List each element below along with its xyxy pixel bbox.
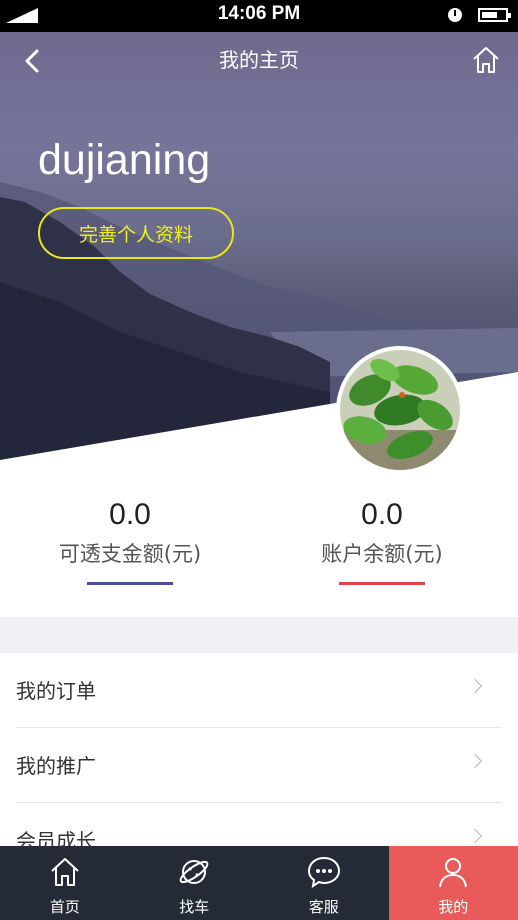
- username: dujianing: [38, 136, 211, 184]
- tab-label: 客服: [308, 898, 339, 916]
- menu-list: 我的订单 我的推广 会员成长: [0, 653, 518, 878]
- overdraft-underline: [87, 582, 173, 585]
- menu-item-orders[interactable]: 我的订单: [16, 653, 502, 728]
- user-icon: [439, 858, 468, 888]
- tab-find-car[interactable]: 找车: [130, 846, 260, 920]
- avatar[interactable]: [336, 346, 464, 474]
- tab-service[interactable]: 客服: [259, 846, 389, 920]
- chevron-right-icon: [467, 753, 483, 769]
- alarm-icon: [448, 8, 462, 22]
- tab-home[interactable]: 首页: [0, 846, 130, 920]
- overdraft-stat[interactable]: 0.0 可透支金额(元): [20, 498, 240, 585]
- balance-underline: [339, 582, 425, 585]
- tab-bar: 首页 找车 客服 我的: [0, 846, 518, 920]
- balance-stat[interactable]: 0.0 账户余额(元): [272, 498, 492, 585]
- home-icon: [51, 858, 79, 886]
- balance-value: 0.0: [361, 498, 403, 531]
- page-title: 我的主页: [219, 48, 299, 72]
- overdraft-value: 0.0: [109, 498, 151, 531]
- chevron-right-icon: [467, 678, 483, 694]
- balance-label: 账户余额(元): [321, 542, 443, 566]
- plant-photo: [340, 350, 460, 470]
- chat-icon: [307, 856, 340, 889]
- tab-label: 找车: [179, 898, 210, 916]
- chevron-right-icon: [467, 828, 483, 844]
- planet-icon: [179, 860, 209, 884]
- overdraft-label: 可透支金额(元): [58, 542, 202, 566]
- menu-item-label: 我的推广: [16, 754, 96, 778]
- section-divider: [0, 617, 518, 653]
- status-time: 14:06 PM: [217, 3, 301, 24]
- status-bar: 14:06 PM: [0, 0, 518, 32]
- home-button[interactable]: [470, 44, 502, 76]
- tab-label: 我的: [438, 898, 469, 916]
- home-icon: [473, 47, 499, 73]
- edit-profile-button[interactable]: 完善个人资料: [38, 207, 234, 259]
- battery-icon: [478, 8, 511, 22]
- menu-item-label: 我的订单: [16, 679, 96, 703]
- tab-mine[interactable]: 我的: [388, 846, 518, 920]
- tab-label: 首页: [49, 898, 80, 916]
- menu-item-promotion[interactable]: 我的推广: [16, 728, 502, 803]
